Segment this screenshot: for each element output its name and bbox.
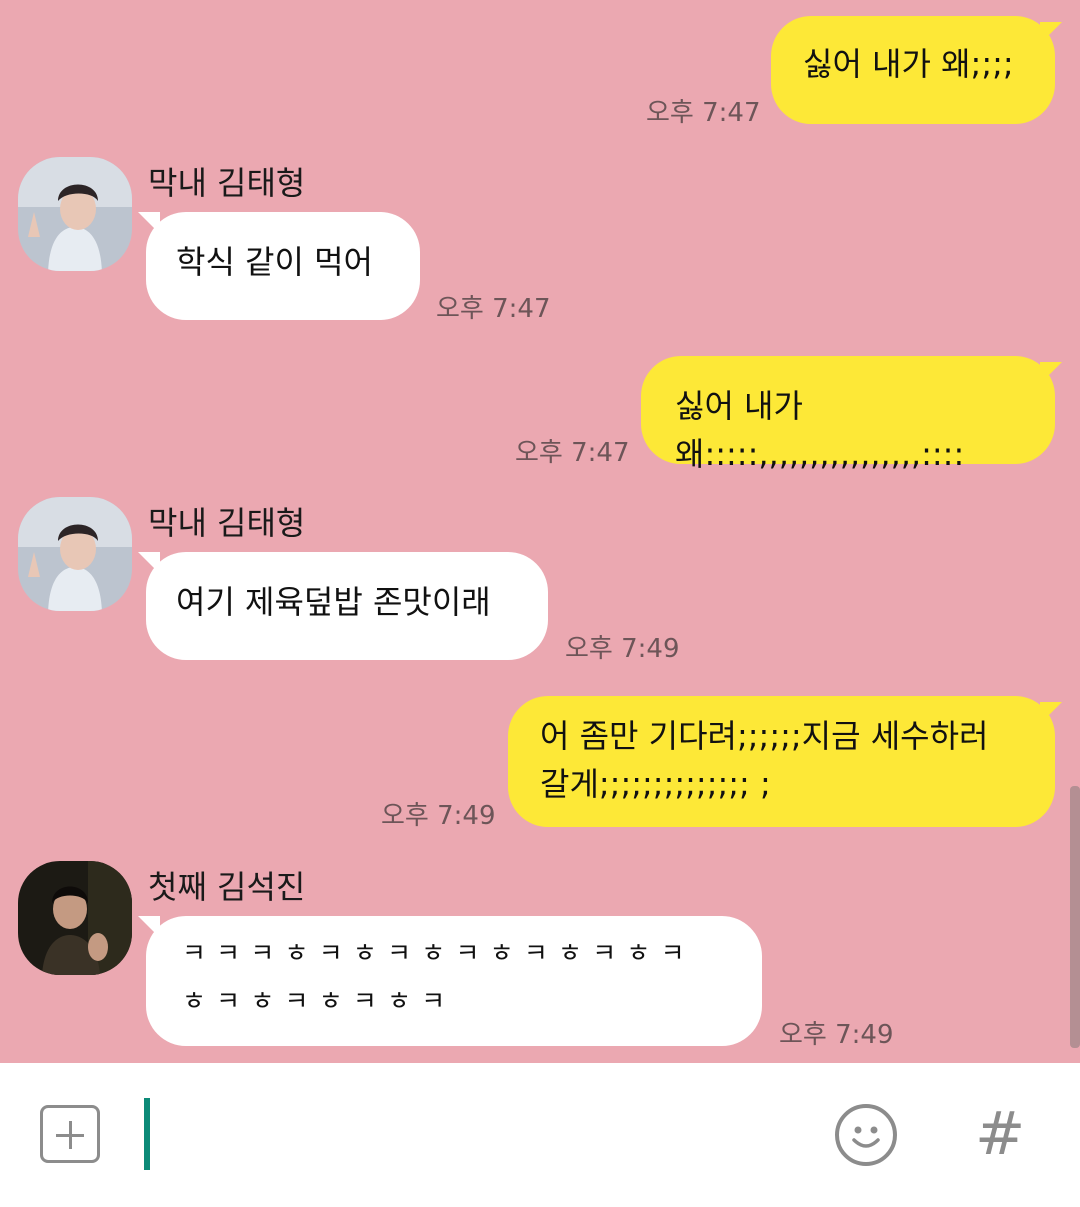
their-message-bubble[interactable]: 여기 제육덮밥 존맛이래	[146, 552, 548, 660]
message-time: 오후 7:49	[381, 801, 496, 831]
message-text: 여기 제육덮밥 존맛이래	[176, 583, 491, 621]
sender-name: 막내 김태형	[148, 504, 306, 542]
bubble-tail	[138, 916, 160, 938]
sender-name: 첫째 김석진	[148, 868, 306, 906]
message-text: 싫어 내가 왜:::::,,,,,,,,,,,,,,,,::::	[675, 387, 965, 473]
my-message-bubble[interactable]: 싫어 내가 왜:::::,,,,,,,,,,,,,,,,::::	[641, 356, 1055, 473]
bubble-tail	[1040, 702, 1062, 724]
chat-area[interactable]: 싫어 내가 왜;;;; 오후 7:47 막내 김태형 학식 같이 먹어 오후 7…	[0, 0, 1080, 1063]
scrollbar[interactable]	[1070, 786, 1080, 1048]
message-text-line: ㅎ ㅋ ㅎ ㅋ ㅎ ㅋ ㅎ ㅋ	[182, 987, 447, 1017]
message-input[interactable]	[144, 1098, 150, 1170]
jin-avatar[interactable]	[18, 861, 132, 975]
bubble-tail	[1040, 362, 1062, 384]
their-message-bubble[interactable]: ㅋ ㅋ ㅋ ㅎ ㅋ ㅎ ㅋ ㅎ ㅋ ㅎ ㅋ ㅎ ㅋ ㅎ ㅋ ㅎ ㅋ ㅎ ㅋ ㅎ …	[146, 916, 762, 1046]
bubble-tail	[138, 212, 160, 234]
their-message-bubble[interactable]: 학식 같이 먹어	[146, 212, 420, 320]
my-message-bubble[interactable]: 어 좀만 기다려;;;;;;지금 세수하러 갈게;;;;;;;;;;;;;; ;	[508, 696, 1055, 827]
sender-name: 막내 김태형	[148, 164, 306, 202]
message-time: 오후 7:47	[436, 294, 551, 324]
plus-square-icon[interactable]	[40, 1105, 100, 1163]
hashtag-button[interactable]: #	[975, 1098, 1025, 1170]
message-time: 오후 7:49	[779, 1020, 894, 1050]
message-text-line: ㅋ ㅋ ㅋ ㅎ ㅋ ㅎ ㅋ ㅎ ㅋ ㅎ ㅋ ㅎ ㅋ ㅎ ㅋ	[182, 939, 686, 969]
message-time: 오후 7:47	[515, 438, 630, 468]
v-avatar[interactable]	[18, 157, 132, 271]
message-text-line: 갈게;;;;;;;;;;;;;; ;	[540, 765, 771, 803]
bubble-tail	[1040, 22, 1062, 44]
message-text-line: 어 좀만 기다려;;;;;;지금 세수하러	[540, 717, 989, 755]
message-time: 오후 7:49	[565, 634, 680, 664]
my-message-bubble[interactable]: 싫어 내가 왜;;;;	[771, 16, 1055, 124]
message-text: 학식 같이 먹어	[176, 243, 373, 281]
bubble-tail	[138, 552, 160, 574]
message-time: 오후 7:47	[646, 98, 761, 128]
v-avatar[interactable]	[18, 497, 132, 611]
message-text: 싫어 내가 왜;;;;	[803, 45, 1014, 83]
smiley-icon[interactable]	[835, 1104, 897, 1166]
input-bar	[0, 1063, 1080, 1207]
